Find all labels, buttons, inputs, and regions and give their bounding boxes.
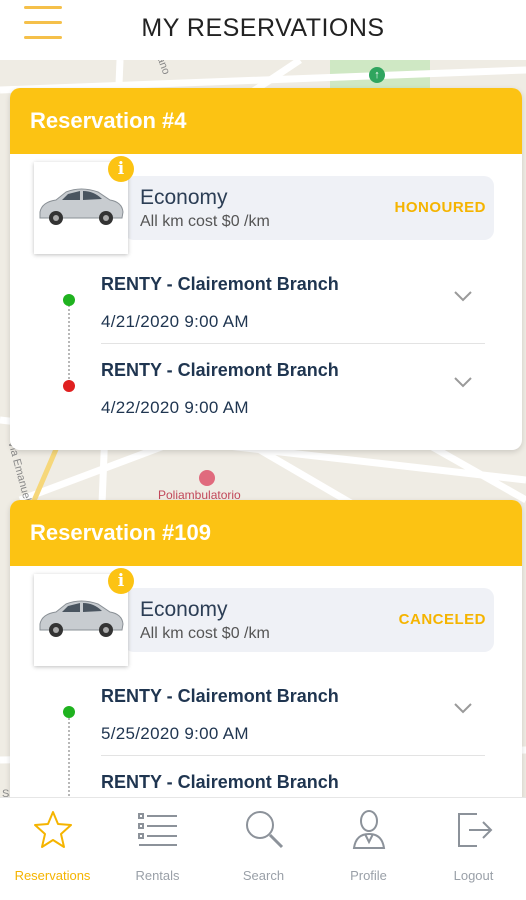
return-datetime: 4/22/2020 9:00 AM — [101, 398, 249, 417]
car-class: Economy — [140, 598, 228, 621]
search-icon — [246, 811, 284, 849]
car-cost: All km cost $0 /km — [140, 213, 270, 230]
pickup-leg[interactable]: RENTY - Clairemont Branch 4/21/2020 9:00… — [10, 264, 522, 350]
tab-reservations[interactable]: Reservations — [0, 798, 105, 898]
tab-search[interactable]: Search — [211, 798, 316, 898]
return-dot-icon — [63, 380, 75, 392]
return-branch: RENTY - Clairemont Branch — [101, 360, 339, 380]
car-info-panel: Economy All km cost $0 /km CANCELED — [124, 588, 494, 652]
divider — [101, 343, 485, 344]
star-icon — [34, 811, 72, 848]
reservation-title: Reservation #109 — [10, 500, 522, 566]
tab-label: Reservations — [14, 868, 91, 883]
car-summary: i Economy All km cost $0 /km HONOURED — [34, 156, 496, 256]
pickup-branch: RENTY - Clairemont Branch — [101, 686, 339, 706]
reservation-card[interactable]: Reservation #4 i Economy All km cost $0 … — [10, 88, 522, 450]
pickup-dot-icon — [63, 294, 75, 306]
pickup-branch: RENTY - Clairemont Branch — [101, 274, 339, 294]
info-icon[interactable]: i — [108, 156, 134, 182]
car-summary: i Economy All km cost $0 /km CANCELED — [34, 568, 496, 668]
tab-label: Logout — [453, 868, 494, 883]
poi-marker-icon[interactable] — [199, 470, 215, 486]
return-branch: RENTY - Clairemont Branch — [101, 772, 339, 792]
pickup-dot-icon — [63, 706, 75, 718]
park-marker-icon[interactable]: ↑ — [369, 67, 385, 83]
car-info-panel: Economy All km cost $0 /km HONOURED — [124, 176, 494, 240]
car-icon — [39, 600, 124, 637]
tab-profile[interactable]: Profile — [316, 798, 421, 898]
tab-label: Rentals — [135, 868, 180, 883]
reservation-title: Reservation #4 — [10, 88, 522, 154]
status-badge: HONOURED — [394, 199, 486, 216]
page-title: MY RESERVATIONS — [141, 14, 385, 42]
tab-label: Search — [242, 868, 285, 883]
car-icon — [39, 188, 124, 225]
tab-logout[interactable]: Logout — [421, 798, 526, 898]
reservation-card[interactable]: Reservation #109 i Economy All km cost $… — [10, 500, 522, 830]
logout-icon — [458, 813, 493, 847]
chevron-down-icon[interactable] — [451, 696, 475, 720]
pickup-leg[interactable]: RENTY - Clairemont Branch 5/25/2020 9:00… — [10, 676, 522, 762]
pickup-datetime: 4/21/2020 9:00 AM — [101, 312, 249, 331]
bottom-tab-bar: Reservations Rentals Search Profile Logo… — [0, 797, 526, 900]
tab-rentals[interactable]: Rentals — [105, 798, 210, 898]
info-icon[interactable]: i — [108, 568, 134, 594]
pickup-datetime: 5/25/2020 9:00 AM — [101, 724, 249, 743]
car-cost: All km cost $0 /km — [140, 625, 270, 642]
chevron-down-icon[interactable] — [451, 370, 475, 394]
divider — [101, 755, 485, 756]
tab-label: Profile — [350, 868, 387, 883]
car-class: Economy — [140, 186, 228, 209]
person-icon — [352, 810, 386, 849]
return-leg[interactable]: RENTY - Clairemont Branch 4/22/2020 9:00… — [10, 350, 522, 436]
status-badge: CANCELED — [398, 611, 486, 628]
list-icon — [138, 813, 177, 846]
chevron-down-icon[interactable] — [451, 284, 475, 308]
app-header: MY RESERVATIONS — [0, 0, 526, 60]
